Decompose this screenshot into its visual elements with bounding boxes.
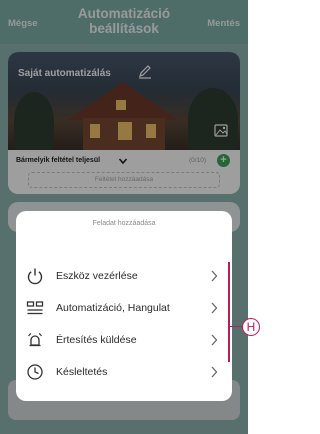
chevron-right-icon	[211, 334, 218, 346]
task-option-delay[interactable]: Késleltetés	[16, 357, 232, 387]
add-task-sheet: Feladat hozzáadása Eszköz vezérlése Auto…	[16, 211, 232, 401]
chevron-right-icon	[211, 302, 218, 314]
task-option-device-control[interactable]: Eszköz vezérlése	[16, 261, 232, 291]
task-option-send-notification[interactable]: Értesítés küldése	[16, 325, 232, 355]
annotation-badge: H	[242, 318, 260, 336]
annotation-bracket-line	[228, 262, 230, 362]
annotation-leader-line	[229, 326, 242, 327]
task-option-label: Értesítés küldése	[56, 334, 137, 346]
chevron-right-icon	[211, 270, 218, 282]
task-option-automation-scene[interactable]: Automatizáció, Hangulat	[16, 293, 232, 323]
task-option-label: Automatizáció, Hangulat	[56, 302, 170, 314]
alarm-icon	[27, 332, 43, 347]
sheet-title: Feladat hozzáadása	[92, 220, 156, 227]
task-option-label: Eszköz vezérlése	[56, 270, 138, 282]
chevron-right-icon	[211, 366, 218, 378]
task-option-label: Késleltetés	[56, 366, 108, 378]
clock-icon	[27, 364, 43, 380]
power-icon	[27, 268, 43, 285]
automation-icon	[26, 301, 44, 315]
